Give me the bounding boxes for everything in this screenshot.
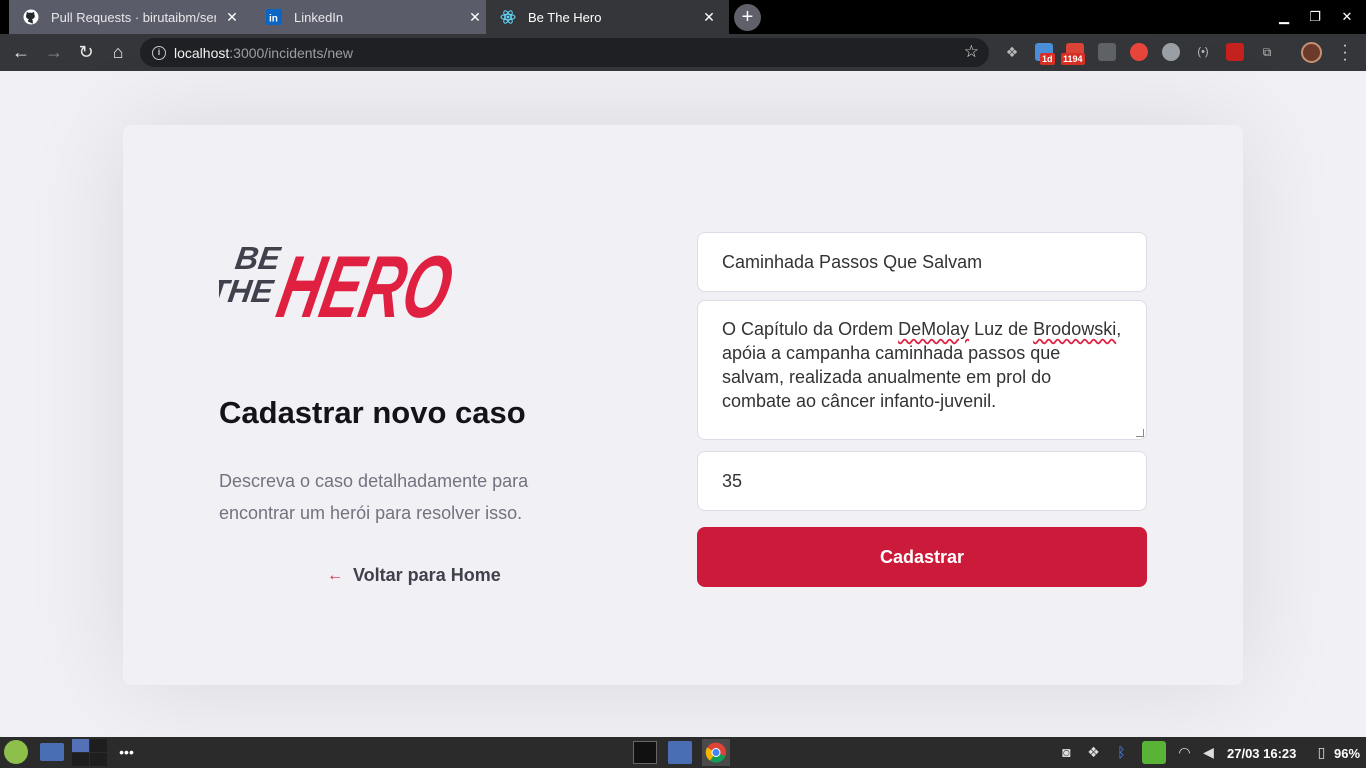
- close-icon[interactable]: ✕: [467, 9, 483, 25]
- arrow-left-icon: ←: [327, 566, 343, 584]
- files-icon[interactable]: [668, 741, 692, 764]
- screenshot-extension-icon[interactable]: [1130, 43, 1148, 61]
- workspace-4-icon[interactable]: [90, 753, 107, 766]
- tab-title: Be The Hero: [528, 9, 602, 25]
- terminal-icon[interactable]: [633, 741, 657, 764]
- wifi-icon[interactable]: ◠: [1176, 744, 1193, 761]
- new-incident-card: BE THE HERO Cadastrar novo caso Descreva…: [123, 125, 1243, 685]
- page-title: Cadastrar novo caso: [219, 395, 526, 430]
- value-input[interactable]: 35: [697, 451, 1147, 511]
- restore-icon[interactable]: ❐: [1307, 9, 1323, 25]
- update-manager-icon[interactable]: [1142, 741, 1166, 764]
- back-home-label: Voltar para Home: [353, 565, 501, 585]
- back-home-link[interactable]: ← Voltar para Home: [327, 565, 501, 586]
- tab-pull-requests[interactable]: Pull Requests · birutaibm/sem ✕: [9, 0, 252, 34]
- reload-icon[interactable]: ↻: [75, 41, 97, 63]
- svg-text:HERO: HERO: [270, 237, 461, 329]
- extension-icon[interactable]: [1226, 43, 1244, 61]
- new-tab-button[interactable]: +: [734, 4, 761, 31]
- bluetooth-icon[interactable]: ᛒ: [1113, 744, 1130, 761]
- bookmark-star-icon[interactable]: ☆: [964, 43, 979, 61]
- taskbar: ••• ◙ ❖ ᛒ ◠ ◀ 27/03 16:23 ▯ 96%: [0, 737, 1366, 768]
- battery-level: 96%: [1334, 746, 1361, 761]
- svg-text:THE: THE: [219, 273, 277, 309]
- description-text: O Capítulo da Ordem: [722, 319, 899, 339]
- dropbox-icon[interactable]: ❖: [1003, 43, 1021, 61]
- mint-menu-icon[interactable]: [4, 740, 28, 764]
- close-icon[interactable]: ✕: [224, 9, 240, 25]
- calendar-badge: 1d: [1040, 53, 1055, 65]
- tab-linkedin[interactable]: in LinkedIn ✕: [252, 0, 495, 34]
- tab-strip: Pull Requests · birutaibm/sem ✕ in Linke…: [0, 0, 1366, 34]
- submit-button[interactable]: Cadastrar: [697, 527, 1147, 587]
- profile-avatar[interactable]: [1301, 42, 1322, 63]
- minimize-icon[interactable]: ▁: [1276, 9, 1292, 25]
- extension-icon[interactable]: (•): [1194, 43, 1212, 61]
- extension-icon[interactable]: ⧉: [1258, 43, 1276, 61]
- github-icon: [23, 9, 39, 25]
- mail-badge: 1194: [1061, 53, 1085, 65]
- tab-title: LinkedIn: [294, 9, 344, 25]
- chrome-icon: [705, 742, 726, 763]
- close-icon[interactable]: ✕: [701, 9, 717, 25]
- address-bar[interactable]: i localhost:3000/incidents/new ☆: [140, 38, 989, 67]
- extension-icon[interactable]: [1162, 43, 1180, 61]
- back-icon[interactable]: ←: [10, 41, 32, 63]
- show-desktop-icon[interactable]: [40, 743, 64, 761]
- info-icon[interactable]: i: [152, 45, 166, 60]
- linkedin-icon: in: [266, 9, 282, 25]
- battery-icon[interactable]: ▯: [1313, 744, 1330, 761]
- home-icon[interactable]: ⌂: [107, 41, 129, 63]
- workspace-3-icon[interactable]: [72, 753, 89, 766]
- browser-toolbar: ← → ↻ ⌂ i localhost:3000/incidents/new ☆…: [0, 34, 1366, 71]
- page: BE THE HERO Cadastrar novo caso Descreva…: [0, 71, 1366, 737]
- chrome-taskbar-button[interactable]: [702, 739, 730, 766]
- camera-icon[interactable]: ◙: [1058, 744, 1075, 761]
- react-icon: [500, 9, 516, 25]
- url-host: localhost: [174, 44, 230, 61]
- forward-icon[interactable]: →: [43, 41, 65, 63]
- dropbox-tray-icon[interactable]: ❖: [1085, 744, 1102, 761]
- clock[interactable]: 27/03 16:23: [1227, 746, 1296, 761]
- tab-be-the-hero[interactable]: Be The Hero ✕: [486, 0, 729, 34]
- description-textarea[interactable]: O Capítulo da Ordem DeMolay Luz de Brodo…: [697, 300, 1147, 440]
- url-path: :3000/incidents/new: [229, 44, 354, 61]
- volume-icon[interactable]: ◀: [1200, 744, 1217, 761]
- title-input[interactable]: Caminhada Passos Que Salvam: [697, 232, 1147, 292]
- description-text: Brodowski: [1033, 319, 1117, 339]
- tab-title: Pull Requests · birutaibm/sem: [51, 9, 216, 25]
- page-description: Descreva o caso detalhadamente para enco…: [219, 471, 529, 523]
- be-the-hero-logo: BE THE HERO: [219, 237, 461, 329]
- extension-icon[interactable]: [1098, 43, 1116, 61]
- description-text: DeMolay: [898, 319, 970, 339]
- workspace-1-icon[interactable]: [72, 739, 89, 752]
- description-text: Luz de: [969, 319, 1034, 339]
- resize-handle[interactable]: [1136, 429, 1144, 437]
- workspace-2-icon[interactable]: [90, 739, 107, 752]
- menu-icon[interactable]: · · ·: [1340, 38, 1350, 68]
- svg-text:in: in: [269, 14, 278, 25]
- close-window-icon[interactable]: ✕: [1339, 9, 1355, 25]
- svg-text:BE: BE: [233, 240, 284, 276]
- more-icon[interactable]: •••: [118, 744, 135, 761]
